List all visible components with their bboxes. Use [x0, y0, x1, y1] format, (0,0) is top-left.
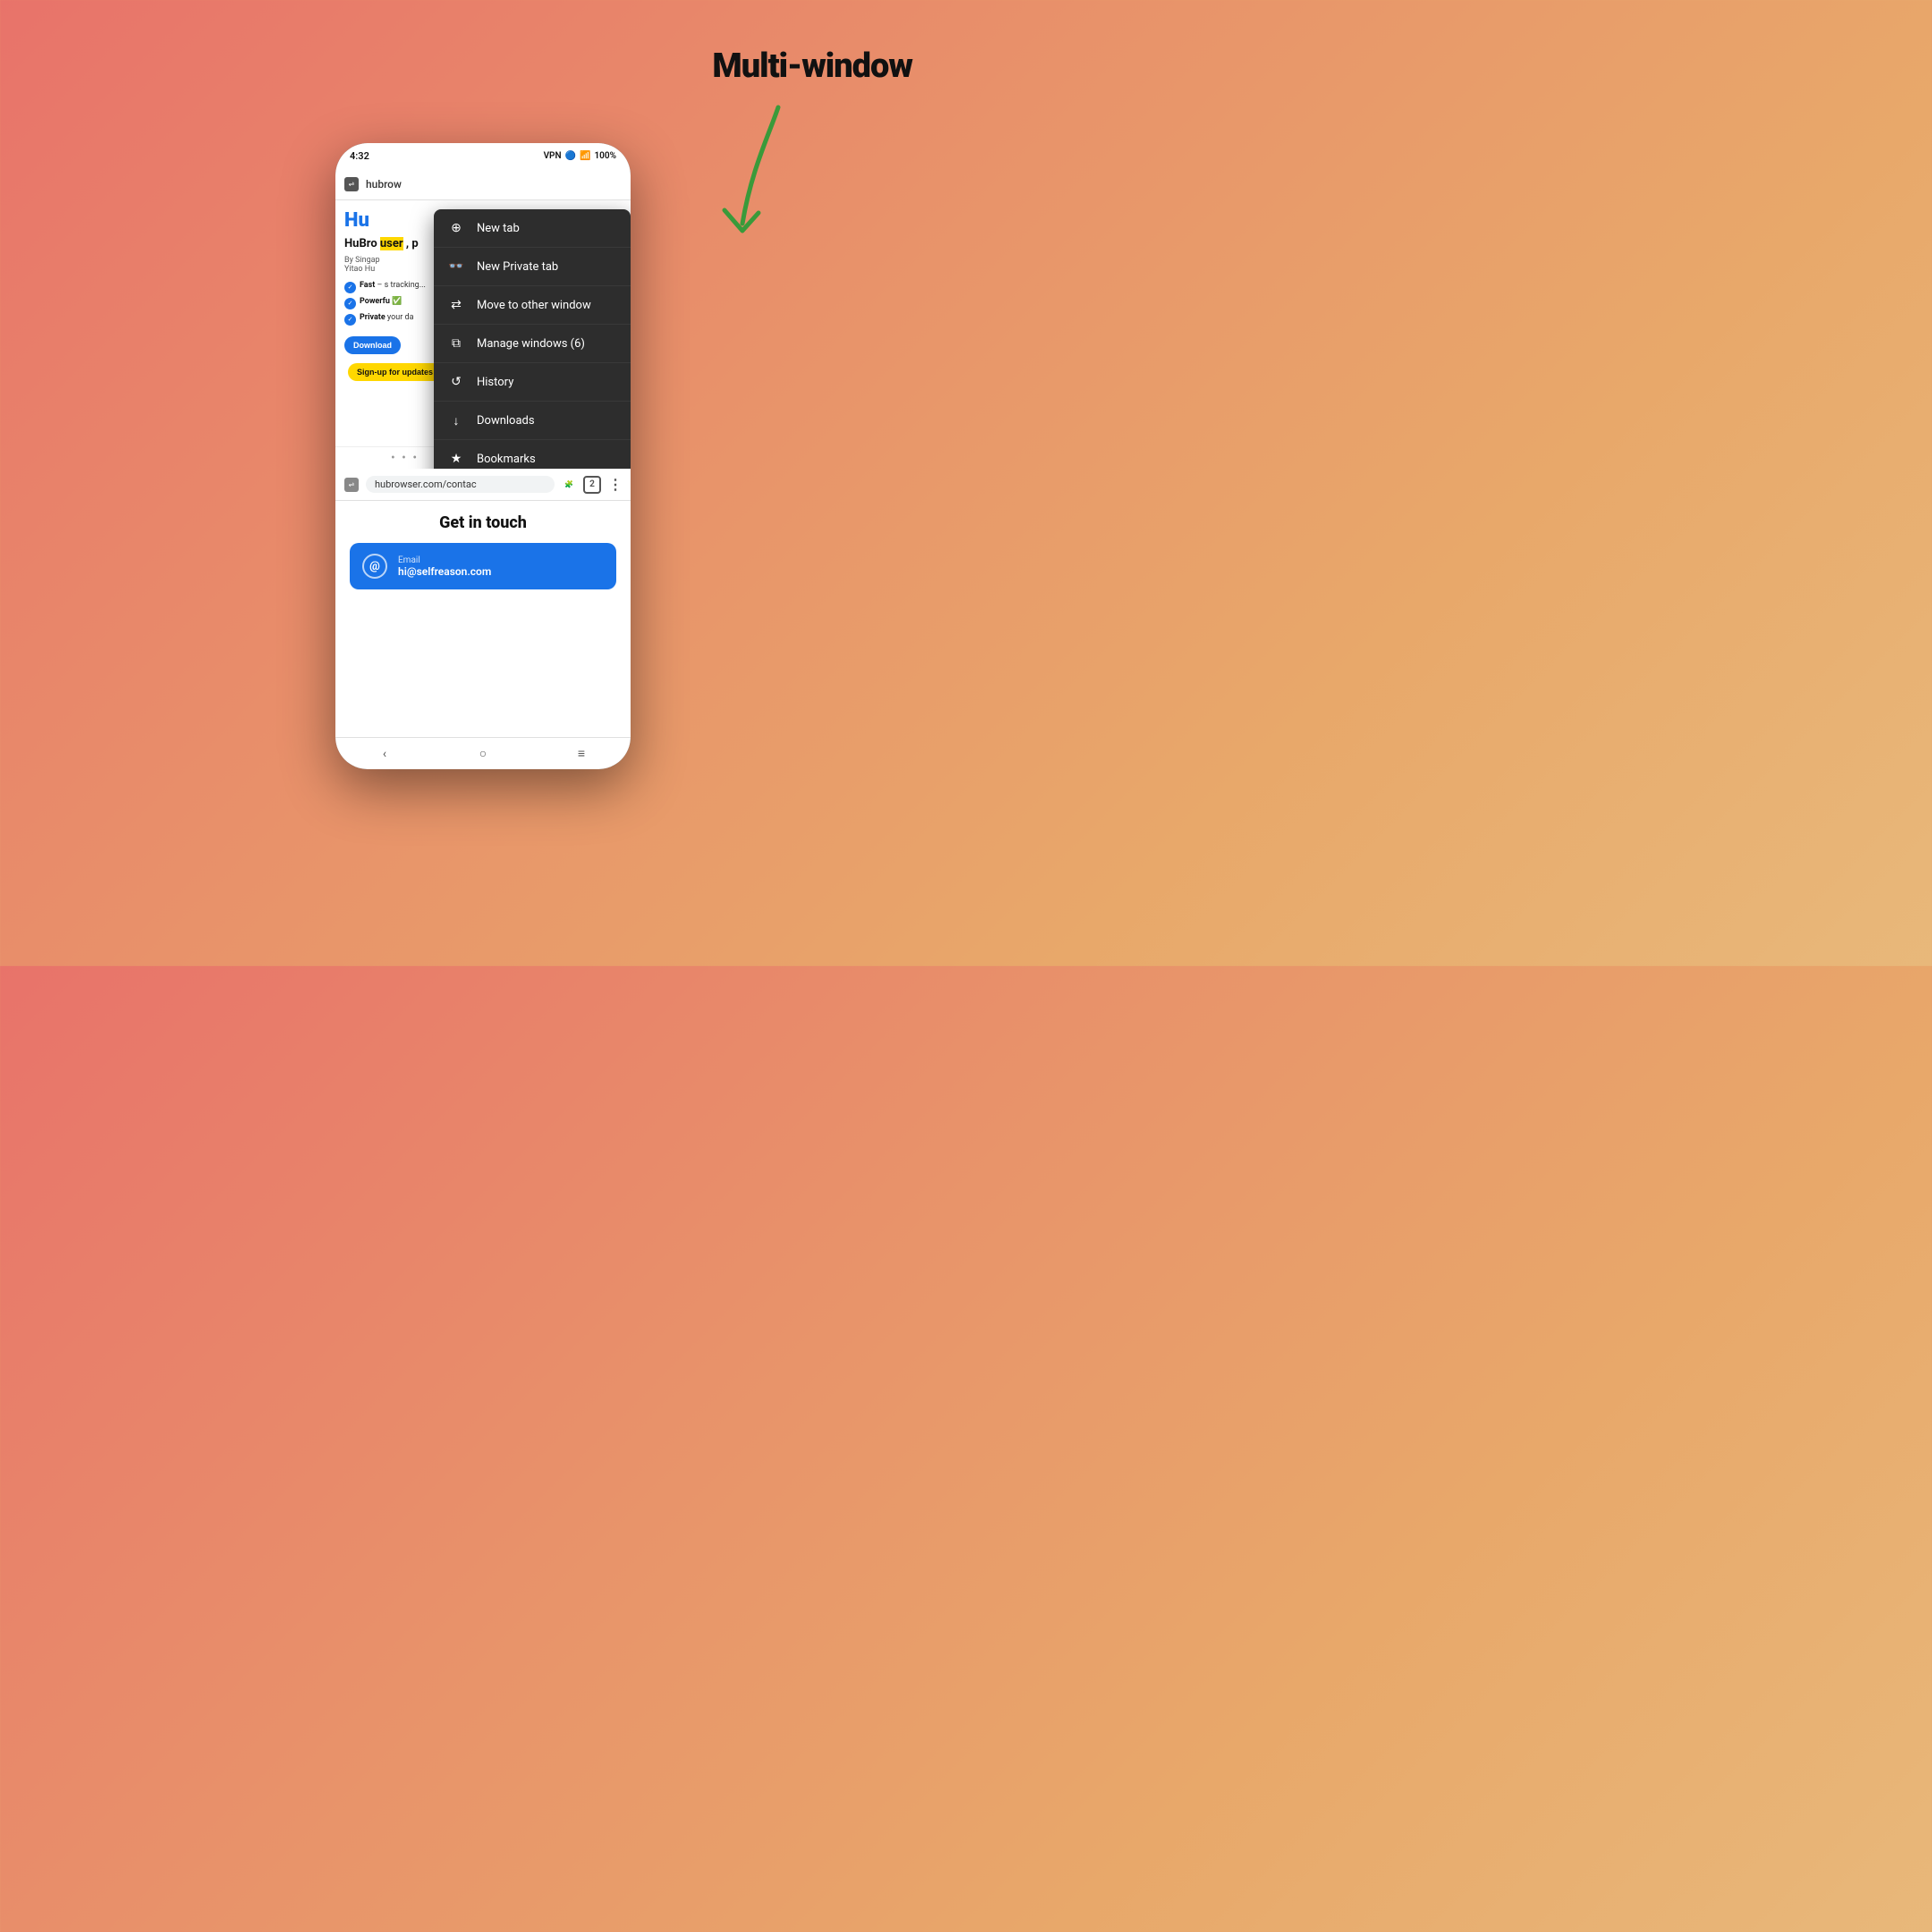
menu-item-manage-windows[interactable]: ⧉ Manage windows (6) — [434, 325, 631, 363]
check-icon-3 — [344, 314, 356, 326]
bottom-nav: ‹ ○ ≡ — [335, 737, 631, 769]
tab-switcher-icon[interactable]: ⇌ — [344, 177, 359, 191]
get-in-touch-heading: Get in touch — [350, 513, 616, 532]
lower-browser-bar: ⇌ hubrowser.com/contac 🧩 2 ⋮ — [335, 469, 631, 501]
menu-item-history-label: History — [477, 376, 513, 389]
upper-browser-content: Hu HuBro user , p By SingapYitao Hu Fast… — [335, 200, 631, 469]
menu-item-downloads[interactable]: ↓ Downloads — [434, 402, 631, 440]
menu-item-private-tab[interactable]: 👓 New Private tab — [434, 248, 631, 286]
annotation-arrow — [698, 98, 805, 242]
status-wifi-icon: 📶 — [580, 151, 590, 161]
recents-button[interactable]: ≡ — [569, 741, 594, 767]
menu-item-new-tab-label: New tab — [477, 222, 520, 235]
feature-private-text: Private your da — [360, 313, 413, 324]
logo-h: H — [344, 209, 358, 232]
phone-frame: 4:32 VPN 🔵 📶 100% ⇌ hubrow Hu HuBro user… — [335, 143, 631, 769]
check-icon-1 — [344, 282, 356, 293]
title-main: HuBro — [344, 237, 377, 250]
title-suffix: , p — [406, 237, 419, 250]
lower-browser-content: Get in touch @ Email hi@selfreason.com — [335, 501, 631, 737]
menu-item-manage-windows-label: Manage windows (6) — [477, 337, 585, 351]
new-tab-icon: ⊕ — [448, 220, 464, 236]
download-button[interactable]: Download — [344, 336, 401, 354]
email-info: Email hi@selfreason.com — [398, 555, 491, 578]
feature-powerful-text: Powerfu ✅ — [360, 297, 402, 308]
upper-url-bar[interactable]: hubrow — [366, 178, 402, 191]
menu-item-private-tab-label: New Private tab — [477, 260, 558, 274]
manage-windows-icon: ⧉ — [448, 335, 464, 352]
upper-browser-bar: ⇌ hubrow — [335, 168, 631, 200]
menu-item-new-tab[interactable]: ⊕ New tab — [434, 209, 631, 248]
email-label: Email — [398, 555, 491, 565]
tab-count-badge[interactable]: 2 — [583, 476, 601, 494]
menu-item-move-window[interactable]: ⇄ Move to other window — [434, 286, 631, 325]
history-icon: ↺ — [448, 374, 464, 390]
feature-fast-text: Fast – s tracking... — [360, 281, 426, 292]
lower-window: ⇌ hubrowser.com/contac 🧩 2 ⋮ Get in touc… — [335, 469, 631, 737]
annotation-title: Multi-window — [712, 47, 912, 86]
bookmarks-icon: ★ — [448, 451, 464, 467]
at-icon: @ — [362, 554, 387, 579]
menu-item-move-window-label: Move to other window — [477, 299, 591, 312]
email-card[interactable]: @ Email hi@selfreason.com — [350, 543, 616, 589]
back-button[interactable]: ‹ — [372, 741, 397, 767]
menu-item-bookmarks[interactable]: ★ Bookmarks — [434, 440, 631, 469]
email-value: hi@selfreason.com — [398, 565, 491, 578]
lower-tab-icon: ⇌ — [344, 478, 359, 492]
status-time: 4:32 — [350, 150, 369, 162]
menu-item-bookmarks-label: Bookmarks — [477, 453, 536, 466]
more-options-icon[interactable]: ⋮ — [608, 476, 622, 493]
signup-button[interactable]: Sign-up for updates — [348, 363, 442, 381]
downloads-icon: ↓ — [448, 412, 464, 428]
lower-url-bar[interactable]: hubrowser.com/contac — [366, 476, 555, 493]
menu-item-history[interactable]: ↺ History — [434, 363, 631, 402]
move-window-icon: ⇄ — [448, 297, 464, 313]
status-vpn: VPN — [544, 151, 562, 161]
title-highlight: user — [380, 237, 403, 250]
home-button[interactable]: ○ — [470, 741, 496, 767]
menu-item-downloads-label: Downloads — [477, 414, 535, 428]
extension-icon[interactable]: 🧩 — [562, 478, 576, 492]
status-bar: 4:32 VPN 🔵 📶 100% — [335, 143, 631, 168]
logo-u: u — [358, 209, 369, 232]
private-tab-icon: 👓 — [448, 258, 464, 275]
check-icon-2 — [344, 298, 356, 309]
context-menu: ⊕ New tab 👓 New Private tab ⇄ Move to ot… — [434, 209, 631, 469]
status-bluetooth-icon: 🔵 — [565, 151, 576, 161]
status-battery: 100% — [594, 151, 616, 161]
